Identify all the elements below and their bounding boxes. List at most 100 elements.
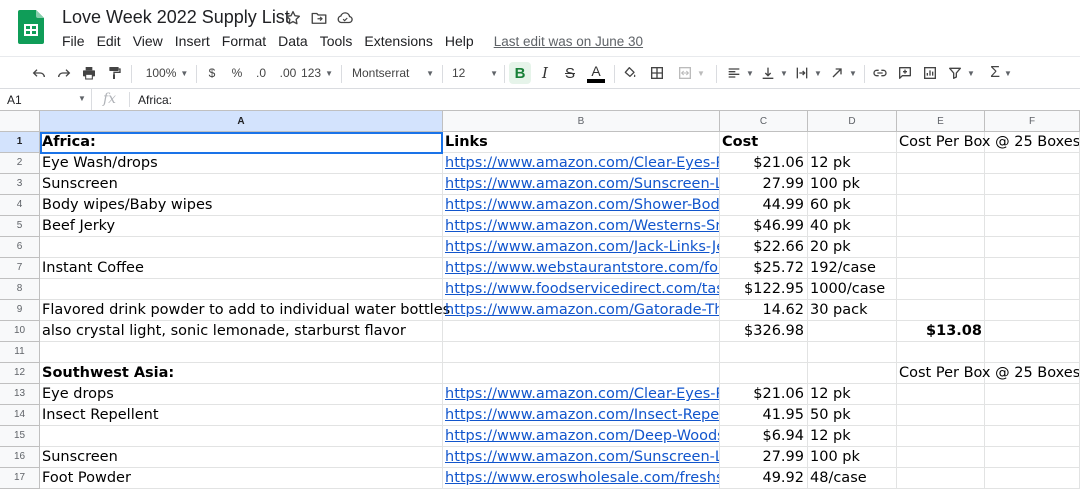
cell-f10[interactable] (985, 321, 1080, 342)
cell-b8[interactable]: https://www.foodservicedirect.com/tast (443, 279, 720, 300)
row-header[interactable]: 8 (0, 279, 40, 300)
cell-f1[interactable] (985, 132, 1080, 153)
cell-e15[interactable] (897, 426, 985, 447)
merge-cells-icon[interactable]: ▼ (674, 62, 708, 84)
cell-b12[interactable] (443, 363, 720, 384)
cell-e3[interactable] (897, 174, 985, 195)
insert-chart-icon[interactable] (921, 62, 939, 84)
cell-a9[interactable]: Flavored drink powder to add to individu… (40, 300, 450, 321)
cell-a3[interactable]: Sunscreen (40, 174, 443, 195)
menu-file[interactable]: File (56, 33, 91, 49)
cell-e7[interactable] (897, 258, 985, 279)
cell-e10[interactable]: $13.08 (897, 321, 985, 342)
formula-input[interactable]: Africa: (138, 93, 172, 107)
cell-f17[interactable] (985, 468, 1080, 489)
more-formats-select[interactable]: 123 ▼ (301, 62, 333, 84)
cell-a6[interactable] (40, 237, 443, 258)
column-header-e[interactable]: E (897, 111, 985, 132)
cell-f13[interactable] (985, 384, 1080, 405)
cell-b4[interactable]: https://www.amazon.com/Shower-Body (443, 195, 720, 216)
row-header[interactable]: 3 (0, 174, 40, 195)
cell-b14[interactable]: https://www.amazon.com/Insect-Repell (443, 405, 720, 426)
cell-f3[interactable] (985, 174, 1080, 195)
column-header-d[interactable]: D (808, 111, 897, 132)
cell-b7[interactable]: https://www.webstaurantstore.com/folg (443, 258, 720, 279)
row-header[interactable]: 16 (0, 447, 40, 468)
column-header-c[interactable]: C (720, 111, 808, 132)
document-title[interactable]: Love Week 2022 Supply List (62, 7, 290, 28)
cell-d2[interactable]: 12 pk (808, 153, 897, 174)
text-wrapping-icon[interactable]: ▼ (793, 62, 823, 84)
print-icon[interactable] (80, 62, 98, 84)
cell-e16[interactable] (897, 447, 985, 468)
cell-a7[interactable]: Instant Coffee (40, 258, 443, 279)
cell-c12[interactable] (720, 363, 808, 384)
cell-d15[interactable]: 12 pk (808, 426, 897, 447)
cell-c6[interactable]: $22.66 (720, 237, 808, 258)
row-header[interactable]: 4 (0, 195, 40, 216)
cell-c17[interactable]: 49.92 (720, 468, 808, 489)
cell-c13[interactable]: $21.06 (720, 384, 808, 405)
cell-b5[interactable]: https://www.amazon.com/Westerns-Sm (443, 216, 720, 237)
column-header-f[interactable]: F (985, 111, 1080, 132)
sheets-logo-icon[interactable] (18, 10, 44, 44)
row-header[interactable]: 11 (0, 342, 40, 363)
cell-c5[interactable]: $46.99 (720, 216, 808, 237)
row-header[interactable]: 9 (0, 300, 40, 321)
cell-d9[interactable]: 30 pack (808, 300, 897, 321)
cell-d4[interactable]: 60 pk (808, 195, 897, 216)
cell-d3[interactable]: 100 pk (808, 174, 897, 195)
cell-e13[interactable] (897, 384, 985, 405)
last-edit-link[interactable]: Last edit was on June 30 (494, 34, 643, 49)
row-header[interactable]: 6 (0, 237, 40, 258)
cell-e4[interactable] (897, 195, 985, 216)
row-header[interactable]: 10 (0, 321, 40, 342)
fill-color-icon[interactable] (621, 62, 639, 84)
cell-c2[interactable]: $21.06 (720, 153, 808, 174)
cell-d1[interactable] (808, 132, 897, 153)
cell-f7[interactable] (985, 258, 1080, 279)
row-header[interactable]: 1 (0, 132, 40, 153)
cell-f12[interactable] (985, 363, 1080, 384)
decrease-decimal-button[interactable]: .0 (252, 62, 270, 84)
horizontal-align-icon[interactable]: ▼ (724, 62, 756, 84)
cell-f9[interactable] (985, 300, 1080, 321)
row-header[interactable]: 13 (0, 384, 40, 405)
cell-d17[interactable]: 48/case (808, 468, 897, 489)
cell-c10[interactable]: $326.98 (720, 321, 808, 342)
borders-icon[interactable] (648, 62, 666, 84)
row-header[interactable]: 2 (0, 153, 40, 174)
cell-f4[interactable] (985, 195, 1080, 216)
cell-c7[interactable]: $25.72 (720, 258, 808, 279)
row-header[interactable]: 14 (0, 405, 40, 426)
cell-c11[interactable] (720, 342, 808, 363)
cell-a16[interactable]: Sunscreen (40, 447, 443, 468)
insert-link-icon[interactable] (871, 62, 889, 84)
cell-a2[interactable]: Eye Wash/drops (40, 153, 443, 174)
cell-d5[interactable]: 40 pk (808, 216, 897, 237)
cell-d14[interactable]: 50 pk (808, 405, 897, 426)
cell-f11[interactable] (985, 342, 1080, 363)
cell-c8[interactable]: $122.95 (720, 279, 808, 300)
cell-a5[interactable]: Beef Jerky (40, 216, 443, 237)
cell-b6[interactable]: https://www.amazon.com/Jack-Links-Je (443, 237, 720, 258)
cell-a12[interactable]: Southwest Asia: (40, 363, 443, 384)
cell-a14[interactable]: Insect Repellent (40, 405, 443, 426)
cell-f15[interactable] (985, 426, 1080, 447)
cell-b15[interactable]: https://www.amazon.com/Deep-Woods (443, 426, 720, 447)
cell-e1[interactable]: Cost Per Box @ 25 Boxes (897, 132, 1080, 153)
cell-d16[interactable]: 100 pk (808, 447, 897, 468)
row-header[interactable]: 12 (0, 363, 40, 384)
undo-icon[interactable] (30, 62, 48, 84)
cell-c15[interactable]: $6.94 (720, 426, 808, 447)
menu-tools[interactable]: Tools (314, 33, 359, 49)
cell-e12[interactable]: Cost Per Box @ 25 Boxes (897, 363, 1080, 384)
cell-a17[interactable]: Foot Powder (40, 468, 443, 489)
cell-f5[interactable] (985, 216, 1080, 237)
row-header[interactable]: 15 (0, 426, 40, 447)
star-icon[interactable] (284, 9, 302, 27)
cell-a10[interactable]: also crystal light, sonic lemonade, star… (40, 321, 443, 342)
row-header[interactable]: 7 (0, 258, 40, 279)
cell-f6[interactable] (985, 237, 1080, 258)
functions-button[interactable]: Σ ▼ (986, 62, 1016, 84)
